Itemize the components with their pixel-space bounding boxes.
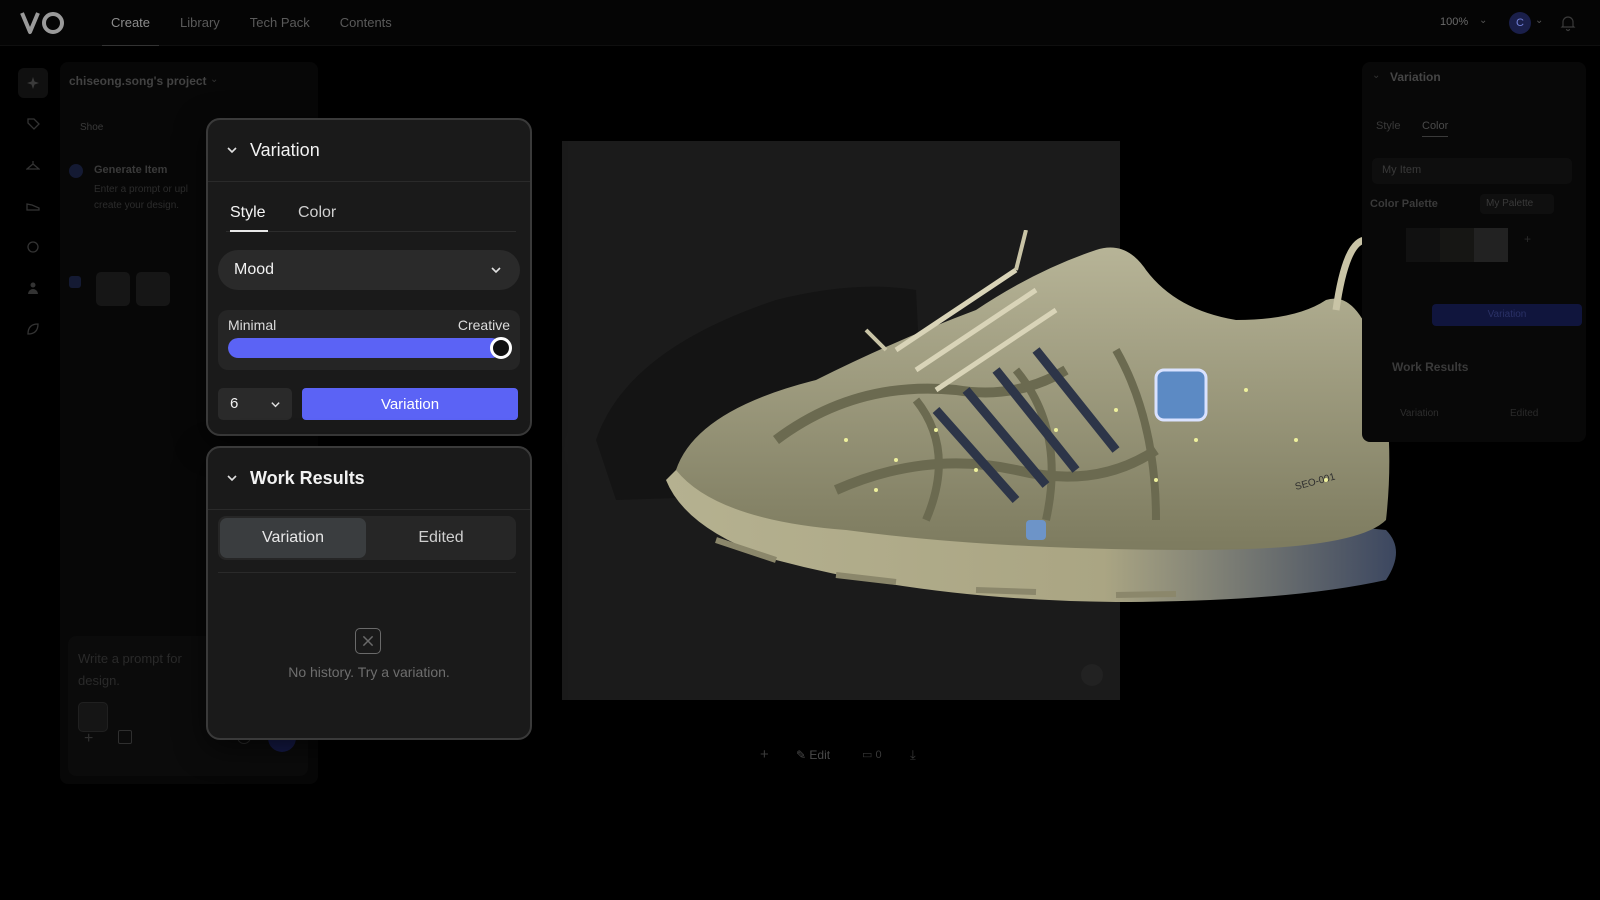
work-results-title: Work Results	[250, 468, 365, 488]
edit-label: Edit	[809, 748, 831, 762]
comment-button[interactable]: ▭ 0	[862, 748, 882, 761]
result-thumbnail[interactable]	[96, 272, 130, 306]
tab-edited[interactable]: Edited	[368, 518, 514, 558]
download-icon[interactable]: ⤓	[910, 747, 916, 763]
tool-rail	[18, 68, 50, 355]
nav-tab-create[interactable]: Create	[102, 0, 160, 46]
sneaker-image: SEO-001	[596, 230, 1396, 602]
color-palette-label: Color Palette	[1370, 198, 1438, 210]
chevron-down-icon[interactable]: ⌄	[210, 74, 218, 85]
generate-item-title: Generate Item	[94, 164, 168, 176]
divider	[218, 572, 516, 573]
avatar[interactable]: C	[1509, 12, 1531, 34]
variation-tabs: Style Color	[226, 192, 516, 232]
tab-variation[interactable]: Variation	[1400, 408, 1439, 419]
tab-edited[interactable]: Edited	[1510, 408, 1538, 419]
variation-count-select[interactable]: 6	[218, 388, 292, 420]
chevron-down-icon	[491, 267, 501, 274]
slider-fill	[228, 338, 502, 358]
work-results-tabs: Variation Edited	[218, 516, 516, 560]
my-palette-button[interactable]: My Palette	[1480, 194, 1554, 214]
variation-title: Variation	[250, 140, 320, 160]
variation-header[interactable]: Variation	[208, 120, 530, 182]
comment-count: 0	[875, 749, 882, 761]
tab-style[interactable]: Style	[230, 204, 266, 222]
right-panel-title: Variation	[1390, 70, 1441, 84]
chevron-down-icon[interactable]: ⌄	[1479, 15, 1487, 26]
tab-style[interactable]: Style	[1376, 120, 1400, 132]
slider-max-label: Creative	[457, 317, 510, 333]
shoe-icon[interactable]	[18, 191, 48, 221]
chevron-down-icon[interactable]	[226, 472, 238, 484]
top-bar: Create Library Tech Pack Contents 100% ⌄…	[0, 0, 1600, 46]
zoom-level[interactable]: 100%	[1440, 16, 1468, 28]
creativity-slider: Minimal Creative	[218, 310, 520, 370]
leaf-icon[interactable]	[18, 314, 48, 344]
work-results-title: Work Results	[1392, 360, 1469, 374]
image-icon	[69, 276, 81, 288]
person-icon[interactable]	[18, 273, 48, 303]
nav-tab-library[interactable]: Library	[171, 0, 229, 46]
nav-tab-tech-pack[interactable]: Tech Pack	[241, 0, 319, 46]
badge-icon[interactable]	[18, 232, 48, 262]
sparkle-icon[interactable]	[18, 68, 48, 98]
hanger-icon[interactable]	[18, 150, 48, 180]
variation-count-value: 6	[230, 395, 239, 412]
plus-icon[interactable]: +	[84, 730, 93, 748]
vo-logo[interactable]	[20, 10, 66, 36]
variation-button[interactable]: Variation	[302, 388, 518, 420]
close-icon	[355, 628, 381, 654]
tab-color[interactable]: Color	[298, 204, 336, 222]
slider-track[interactable]	[228, 338, 502, 358]
tab-variation[interactable]: Variation	[220, 518, 366, 558]
slider-min-label: Minimal	[228, 317, 277, 333]
canvas-toolbar: + ✎ Edit ▭ 0 ⤓	[746, 740, 926, 770]
work-results-panel: Work Results Variation Edited No history…	[206, 446, 532, 740]
active-tab-indicator	[230, 230, 268, 232]
result-thumbnail[interactable]	[136, 272, 170, 306]
tag-icon[interactable]	[18, 109, 48, 139]
bell-icon[interactable]	[1559, 14, 1577, 32]
chevron-down-icon	[271, 402, 280, 408]
image-upload-icon[interactable]	[118, 730, 132, 744]
chevron-down-icon[interactable]	[226, 144, 238, 156]
project-title[interactable]: chiseong.song's project	[69, 74, 207, 88]
variation-button[interactable]: Variation	[1432, 304, 1582, 326]
work-results-header[interactable]: Work Results	[208, 448, 530, 510]
edit-button[interactable]: ✎ Edit	[796, 748, 830, 762]
generate-item-description: Enter a prompt or upl create your design…	[94, 184, 188, 211]
generate-icon	[69, 164, 83, 178]
color-swatch[interactable]	[1440, 228, 1474, 262]
nav-tab-contents[interactable]: Contents	[331, 0, 401, 46]
plus-icon[interactable]: +	[760, 746, 769, 763]
variation-panel: Variation Style Color Mood Minimal Creat…	[206, 118, 532, 436]
category-filter[interactable]: Shoe	[80, 122, 103, 133]
mood-select-value: Mood	[234, 261, 275, 278]
main-nav: Create Library Tech Pack Contents	[102, 0, 413, 46]
color-swatch[interactable]	[1406, 228, 1440, 262]
empty-state-text: No history. Try a variation.	[288, 664, 450, 680]
mood-select[interactable]: Mood	[218, 250, 520, 290]
add-color-icon[interactable]: +	[1524, 232, 1531, 246]
right-panel: ⌄ Variation Style Color My Item Color Pa…	[1362, 62, 1586, 442]
item-select[interactable]: My Item	[1372, 158, 1572, 184]
chevron-down-icon[interactable]: ⌄	[1372, 70, 1380, 81]
tab-color[interactable]: Color	[1422, 120, 1449, 137]
canvas-corner-button[interactable]	[1081, 664, 1103, 686]
chevron-down-icon[interactable]: ⌄	[1535, 15, 1543, 26]
slider-thumb[interactable]	[490, 337, 512, 359]
prompt-placeholder: Write a prompt for design.	[78, 651, 182, 688]
color-swatch[interactable]	[1474, 228, 1508, 262]
reference-image[interactable]	[78, 702, 108, 732]
